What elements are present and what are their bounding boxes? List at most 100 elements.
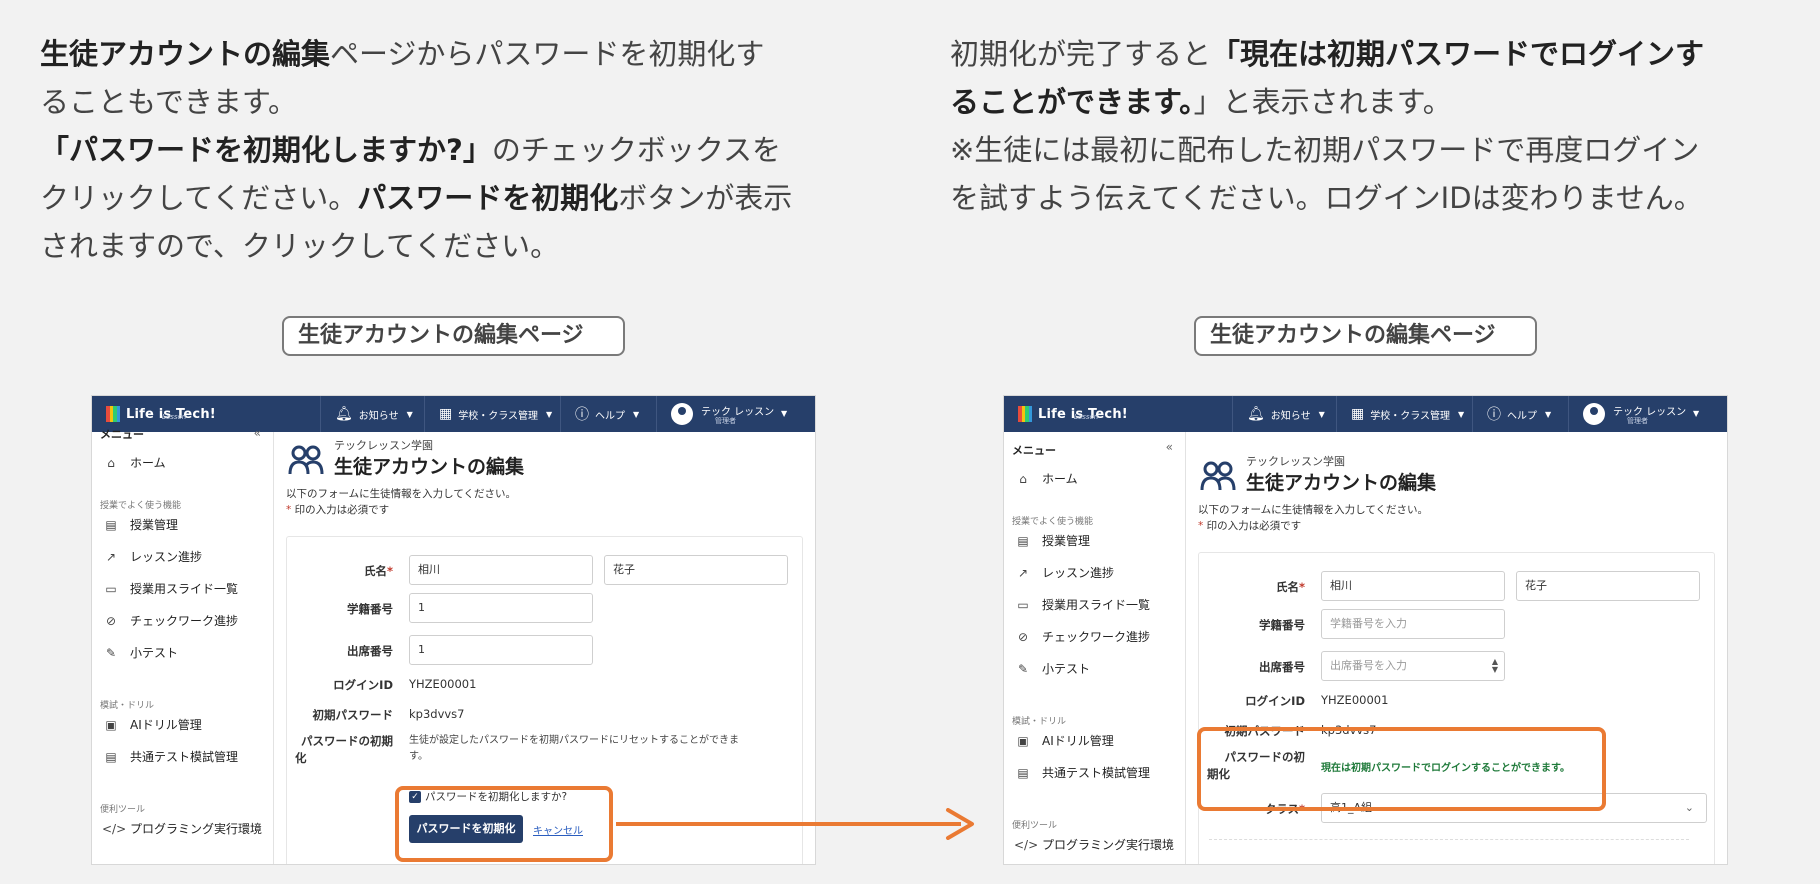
users-icon	[1200, 461, 1236, 491]
highlight-box-reset	[395, 786, 613, 862]
building-icon: ▦	[439, 406, 453, 422]
pencil-icon: ✎	[1017, 661, 1029, 676]
sidebar-item-quiz[interactable]: ✎ 小テスト	[1014, 660, 1090, 677]
school-name: テックレッスン学園	[334, 439, 433, 452]
attendance-input[interactable]: 出席番号を入力 ▲ ▼	[1321, 651, 1505, 681]
building-icon: ▦	[1351, 406, 1365, 422]
app-logo[interactable]: Life is Tech!	[1018, 402, 1128, 426]
student-no-input[interactable]: 1	[409, 593, 593, 623]
home-icon: ⌂	[1019, 471, 1027, 486]
user-avatar-icon	[1583, 403, 1605, 425]
login-id-label: ログインID	[1245, 694, 1305, 708]
arrow-head-icon	[946, 808, 974, 840]
check-circle-icon: ⊘	[105, 613, 117, 628]
cutoff-row	[1209, 839, 1689, 847]
collapse-icon[interactable]: «	[1166, 440, 1173, 454]
sidebar-item-mock-test[interactable]: ▤ 共通テスト模試管理	[102, 748, 238, 765]
sidebar-item-lesson-progress[interactable]: ↗ レッスン進捗	[1014, 564, 1114, 581]
sidebar-item-home[interactable]: ⌂ ホーム	[102, 454, 165, 471]
student-no-label: 学籍番号	[347, 602, 393, 616]
document-icon: ▤	[1017, 765, 1029, 780]
intro-right: 初期化が完了すると「現在は初期パスワードでログインす ることができます。」と表示…	[950, 37, 1705, 215]
caret-down-icon: ▼	[781, 409, 788, 418]
sidebar-item-checkwork[interactable]: ⊘ チェックワーク進捗	[1014, 628, 1150, 645]
page-title: 生徒アカウントの編集	[1246, 472, 1437, 494]
highlight-box-success	[1197, 727, 1606, 811]
sidebar-item-class-mgmt[interactable]: ▤ 授業管理	[1014, 532, 1090, 549]
users-icon	[288, 445, 324, 475]
sidebar-item-mock-test[interactable]: ▤ 共通テスト模試管理	[1014, 764, 1150, 781]
reset-help-text: 生徒が設定したパスワードを初期パスワードにリセットすることができま す。	[409, 735, 739, 762]
nav-school-class[interactable]: ▦ 学校・クラス管理 ▼	[1336, 396, 1472, 432]
logo-mark-icon	[106, 406, 120, 422]
trend-icon: ↗	[1017, 565, 1029, 580]
caret-down-icon: ▼	[1693, 409, 1700, 418]
user-avatar-icon	[671, 403, 693, 425]
top-navbar: Life is Tech! Lesson 🔔︎ お知らせ ▼ ▦ 学校・クラス管理 ▼ …	[1004, 396, 1727, 432]
sidebar-item-home[interactable]: ⌂ ホーム	[1014, 470, 1077, 487]
student-no-label: 学籍番号	[1259, 618, 1305, 632]
flow-arrow	[616, 822, 961, 826]
sidebar-item-ai-drill[interactable]: ▣ AIドリル管理	[102, 716, 201, 733]
home-icon: ⌂	[107, 455, 115, 470]
intro-left: 生徒アカウントの編集ページからパスワードを初期化す ることもできます。 「パスワ…	[40, 37, 793, 263]
attendance-label: 出席番号	[1259, 660, 1305, 674]
stepper-arrows-icon[interactable]: ▲ ▼	[1492, 658, 1498, 674]
document-icon: ▣	[105, 717, 117, 732]
student-no-input[interactable]: 学籍番号を入力	[1321, 609, 1505, 639]
pencil-icon: ✎	[105, 645, 117, 660]
calendar-icon: ▤	[1017, 533, 1029, 548]
nav-user-menu[interactable]: テック レッスン 管理者 ▼	[1568, 396, 1727, 432]
caret-down-icon: ▼	[633, 409, 640, 419]
last-name-input[interactable]: 相川	[1321, 571, 1505, 601]
init-pw-label: 初期パスワード	[312, 708, 394, 722]
sidebar-item-programming[interactable]: </> プログラミング実行環境	[1014, 836, 1174, 853]
reset-label: パスワードの初期 化	[295, 734, 393, 765]
caret-down-icon: ▼	[1458, 409, 1465, 419]
sidebar: メニュー « ⌂ ホーム 授業でよく使う機能 ▤ 授業管理 ↗ レッスン進捗 ▭ 授業用…	[1004, 432, 1186, 864]
first-name-input[interactable]: 花子	[604, 555, 788, 585]
help-icon: ⓘ	[1487, 407, 1501, 423]
attendance-input[interactable]: 1	[409, 635, 593, 665]
form-description: 以下のフォームに生徒情報を入力してください。 * 印の入力は必須です	[286, 488, 517, 516]
sidebar-item-class-mgmt[interactable]: ▤ 授業管理	[102, 516, 178, 533]
nav-notifications[interactable]: 🔔︎ お知らせ ▼	[1232, 396, 1336, 432]
nav-user-menu[interactable]: テック レッスン 管理者 ▼	[656, 396, 815, 432]
chevron-down-icon: ⌄	[1684, 801, 1694, 814]
sidebar-item-quiz[interactable]: ✎ 小テスト	[102, 644, 178, 661]
calendar-icon: ▤	[105, 517, 117, 532]
app-logo[interactable]: Life is Tech!	[106, 402, 216, 426]
caption-left: 生徒アカウントの編集ページ	[282, 316, 625, 356]
nav-school-class[interactable]: ▦ 学校・クラス管理 ▼	[424, 396, 560, 432]
caret-down-icon: ▼	[1318, 409, 1325, 419]
nav-help[interactable]: ⓘ ヘルプ ▼	[560, 396, 656, 432]
name-label: 氏名*	[363, 564, 393, 578]
sidebar-item-ai-drill[interactable]: ▣ AIドリル管理	[1014, 732, 1113, 749]
sidebar-item-slides[interactable]: ▭ 授業用スライド一覧	[102, 580, 238, 597]
last-name-input[interactable]: 相川	[409, 555, 593, 585]
sidebar: メニュー « ⌂ ホーム 授業でよく使う機能 ▤ 授業管理 ↗ レッスン進捗 ▭ 授業用…	[92, 426, 274, 864]
nav-notifications[interactable]: 🔔︎ お知らせ ▼	[320, 396, 424, 432]
check-circle-icon: ⊘	[1017, 629, 1029, 644]
caret-down-icon: ▼	[546, 409, 553, 419]
monitor-icon: ▭	[105, 581, 117, 596]
code-icon: </>	[1014, 837, 1039, 852]
sidebar-item-checkwork[interactable]: ⊘ チェックワーク進捗	[102, 612, 238, 629]
document-icon: ▤	[105, 749, 117, 764]
login-id-value: YHZE00001	[409, 677, 477, 691]
first-name-input[interactable]: 花子	[1516, 571, 1700, 601]
school-name: テックレッスン学園	[1246, 455, 1345, 468]
code-icon: </>	[102, 821, 127, 836]
caret-down-icon: ▼	[1545, 409, 1552, 419]
sidebar-item-programming[interactable]: </> プログラミング実行環境	[102, 820, 262, 837]
nav-help[interactable]: ⓘ ヘルプ ▼	[1472, 396, 1568, 432]
name-label: 氏名*	[1275, 580, 1305, 594]
sidebar-item-lesson-progress[interactable]: ↗ レッスン進捗	[102, 548, 202, 565]
help-icon: ⓘ	[575, 407, 589, 423]
bell-icon: 🔔︎	[1247, 406, 1265, 422]
init-pw-value: kp3dvvs7	[409, 707, 465, 721]
page-title: 生徒アカウントの編集	[334, 456, 525, 478]
collapse-icon[interactable]: «	[254, 426, 261, 440]
sidebar-item-slides[interactable]: ▭ 授業用スライド一覧	[1014, 596, 1150, 613]
attendance-label: 出席番号	[347, 644, 393, 658]
